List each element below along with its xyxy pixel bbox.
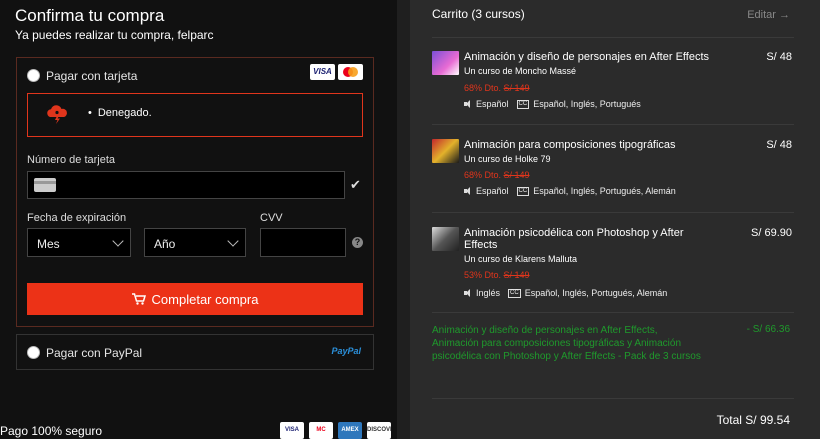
subtitle-languages: Español, Inglés, Portugués, Alemán — [533, 186, 676, 196]
cvv-label: CVV — [260, 212, 283, 224]
subtitles-icon: CC — [516, 186, 530, 196]
page-title: Confirma tu compra — [15, 6, 165, 25]
card-option-label[interactable]: Pagar con tarjeta — [46, 69, 137, 83]
card-number-input[interactable] — [27, 171, 345, 199]
month-select-value: Mes — [37, 237, 60, 251]
subtitle-languages: Español, Inglés, Portugués — [533, 99, 641, 109]
visa-logo: VISA — [310, 64, 335, 80]
audio-language: Inglés — [476, 288, 501, 298]
divider — [432, 37, 794, 38]
secure-payment-label: Pago 100% seguro — [0, 424, 103, 438]
course-thumbnail — [432, 51, 459, 75]
course-thumbnail — [432, 227, 459, 251]
visa-badge: VISA — [280, 422, 304, 439]
paypal-option-label[interactable]: Pagar con PayPal — [46, 346, 142, 360]
cart-item: Animación psicodélica con Photoshop y Af… — [432, 227, 794, 303]
old-price: S/ 149 — [503, 83, 530, 93]
course-thumbnail — [432, 139, 459, 163]
amex-badge: AMEX — [338, 422, 362, 439]
course-title[interactable]: Animación para composiciones tipográfica… — [464, 139, 714, 151]
course-discount: 68% Dto. S/ 149 — [464, 83, 530, 93]
cart-item: Animación y diseño de personajes en Afte… — [432, 51, 794, 113]
old-price: S/ 149 — [503, 170, 530, 180]
divider — [432, 398, 794, 399]
cvv-input[interactable] — [260, 228, 346, 257]
card-radio[interactable] — [27, 69, 40, 82]
year-select-value: Año — [154, 237, 176, 251]
cart-panel: Carrito (3 cursos) Editar → Animación y … — [410, 0, 820, 439]
audio-icon — [464, 187, 472, 195]
chevron-down-icon — [112, 235, 124, 247]
bundle-description: Animación y diseño de personajes en Afte… — [432, 325, 701, 362]
expiry-label: Fecha de expiración — [27, 212, 127, 224]
complete-purchase-label: Completar compra — [151, 291, 259, 307]
subtitles-icon: CC — [516, 99, 530, 109]
audio-language: Español — [476, 99, 509, 109]
course-discount: 68% Dto. S/ 149 — [464, 170, 530, 180]
paypal-logo: PayPal — [331, 346, 361, 356]
course-author[interactable]: Un curso de Holke 79 — [464, 154, 551, 164]
divider — [432, 124, 794, 125]
error-cloud-icon — [47, 105, 67, 124]
course-languages: Español CC Español, Inglés, Portugués, Al… — [464, 186, 676, 196]
divider — [432, 212, 794, 213]
cart-item: Animación para composiciones tipográfica… — [432, 139, 794, 201]
cart-title: Carrito (3 cursos) — [432, 7, 525, 21]
checkmark-icon: ✔ — [350, 177, 361, 192]
complete-purchase-button[interactable]: Completar compra — [27, 283, 363, 315]
discount-percent: 68% Dto. — [464, 170, 502, 180]
checkout-panel: Confirma tu compra Ya puedes realizar tu… — [0, 0, 397, 439]
credit-card-icon — [34, 178, 56, 192]
discover-badge: DISCOVER — [367, 422, 391, 439]
course-title[interactable]: Animación psicodélica con Photoshop y Af… — [464, 227, 684, 251]
old-price: S/ 149 — [503, 270, 530, 280]
course-languages: Inglés CC Español, Inglés, Portugués, Ale… — [464, 288, 667, 298]
course-price: S/ 48 — [766, 139, 792, 151]
cart-icon — [131, 293, 146, 305]
mastercard-logo — [338, 64, 363, 80]
audio-icon — [464, 100, 472, 108]
year-select[interactable]: Año — [144, 228, 246, 257]
subtitles-icon: CC — [508, 288, 521, 298]
page-subtitle: Ya puedes realizar tu compra, felparc — [15, 28, 214, 42]
course-discount: 53% Dto. S/ 149 — [464, 270, 530, 280]
audio-language: Español — [476, 186, 509, 196]
divider — [432, 312, 794, 313]
cart-total: Total S/ 99.54 — [716, 413, 790, 427]
bundle-discount: - S/ 66.36 — [746, 324, 790, 335]
course-price: S/ 48 — [766, 51, 792, 63]
subtitle-languages: Español, Inglés, Portugués, Alemán — [524, 288, 668, 298]
course-price: S/ 69.90 — [751, 227, 792, 239]
course-title[interactable]: Animación y diseño de personajes en Afte… — [464, 51, 714, 63]
edit-cart-link[interactable]: Editar → — [747, 9, 790, 21]
error-alert: Denegado. — [27, 93, 363, 137]
mastercard-badge: MC — [309, 422, 333, 439]
card-number-label: Número de tarjeta — [27, 154, 116, 166]
course-author[interactable]: Un curso de Klarens Malluta — [464, 254, 577, 264]
month-select[interactable]: Mes — [27, 228, 131, 257]
error-message: Denegado. — [88, 107, 152, 119]
help-icon[interactable]: ? — [352, 237, 363, 248]
course-author[interactable]: Un curso de Moncho Massé — [464, 66, 576, 76]
course-languages: Español CC Español, Inglés, Portugués — [464, 99, 641, 109]
audio-icon — [464, 289, 472, 297]
discount-percent: 53% Dto. — [464, 270, 502, 280]
chevron-down-icon — [227, 235, 239, 247]
paypal-radio[interactable] — [27, 346, 40, 359]
discount-percent: 68% Dto. — [464, 83, 502, 93]
